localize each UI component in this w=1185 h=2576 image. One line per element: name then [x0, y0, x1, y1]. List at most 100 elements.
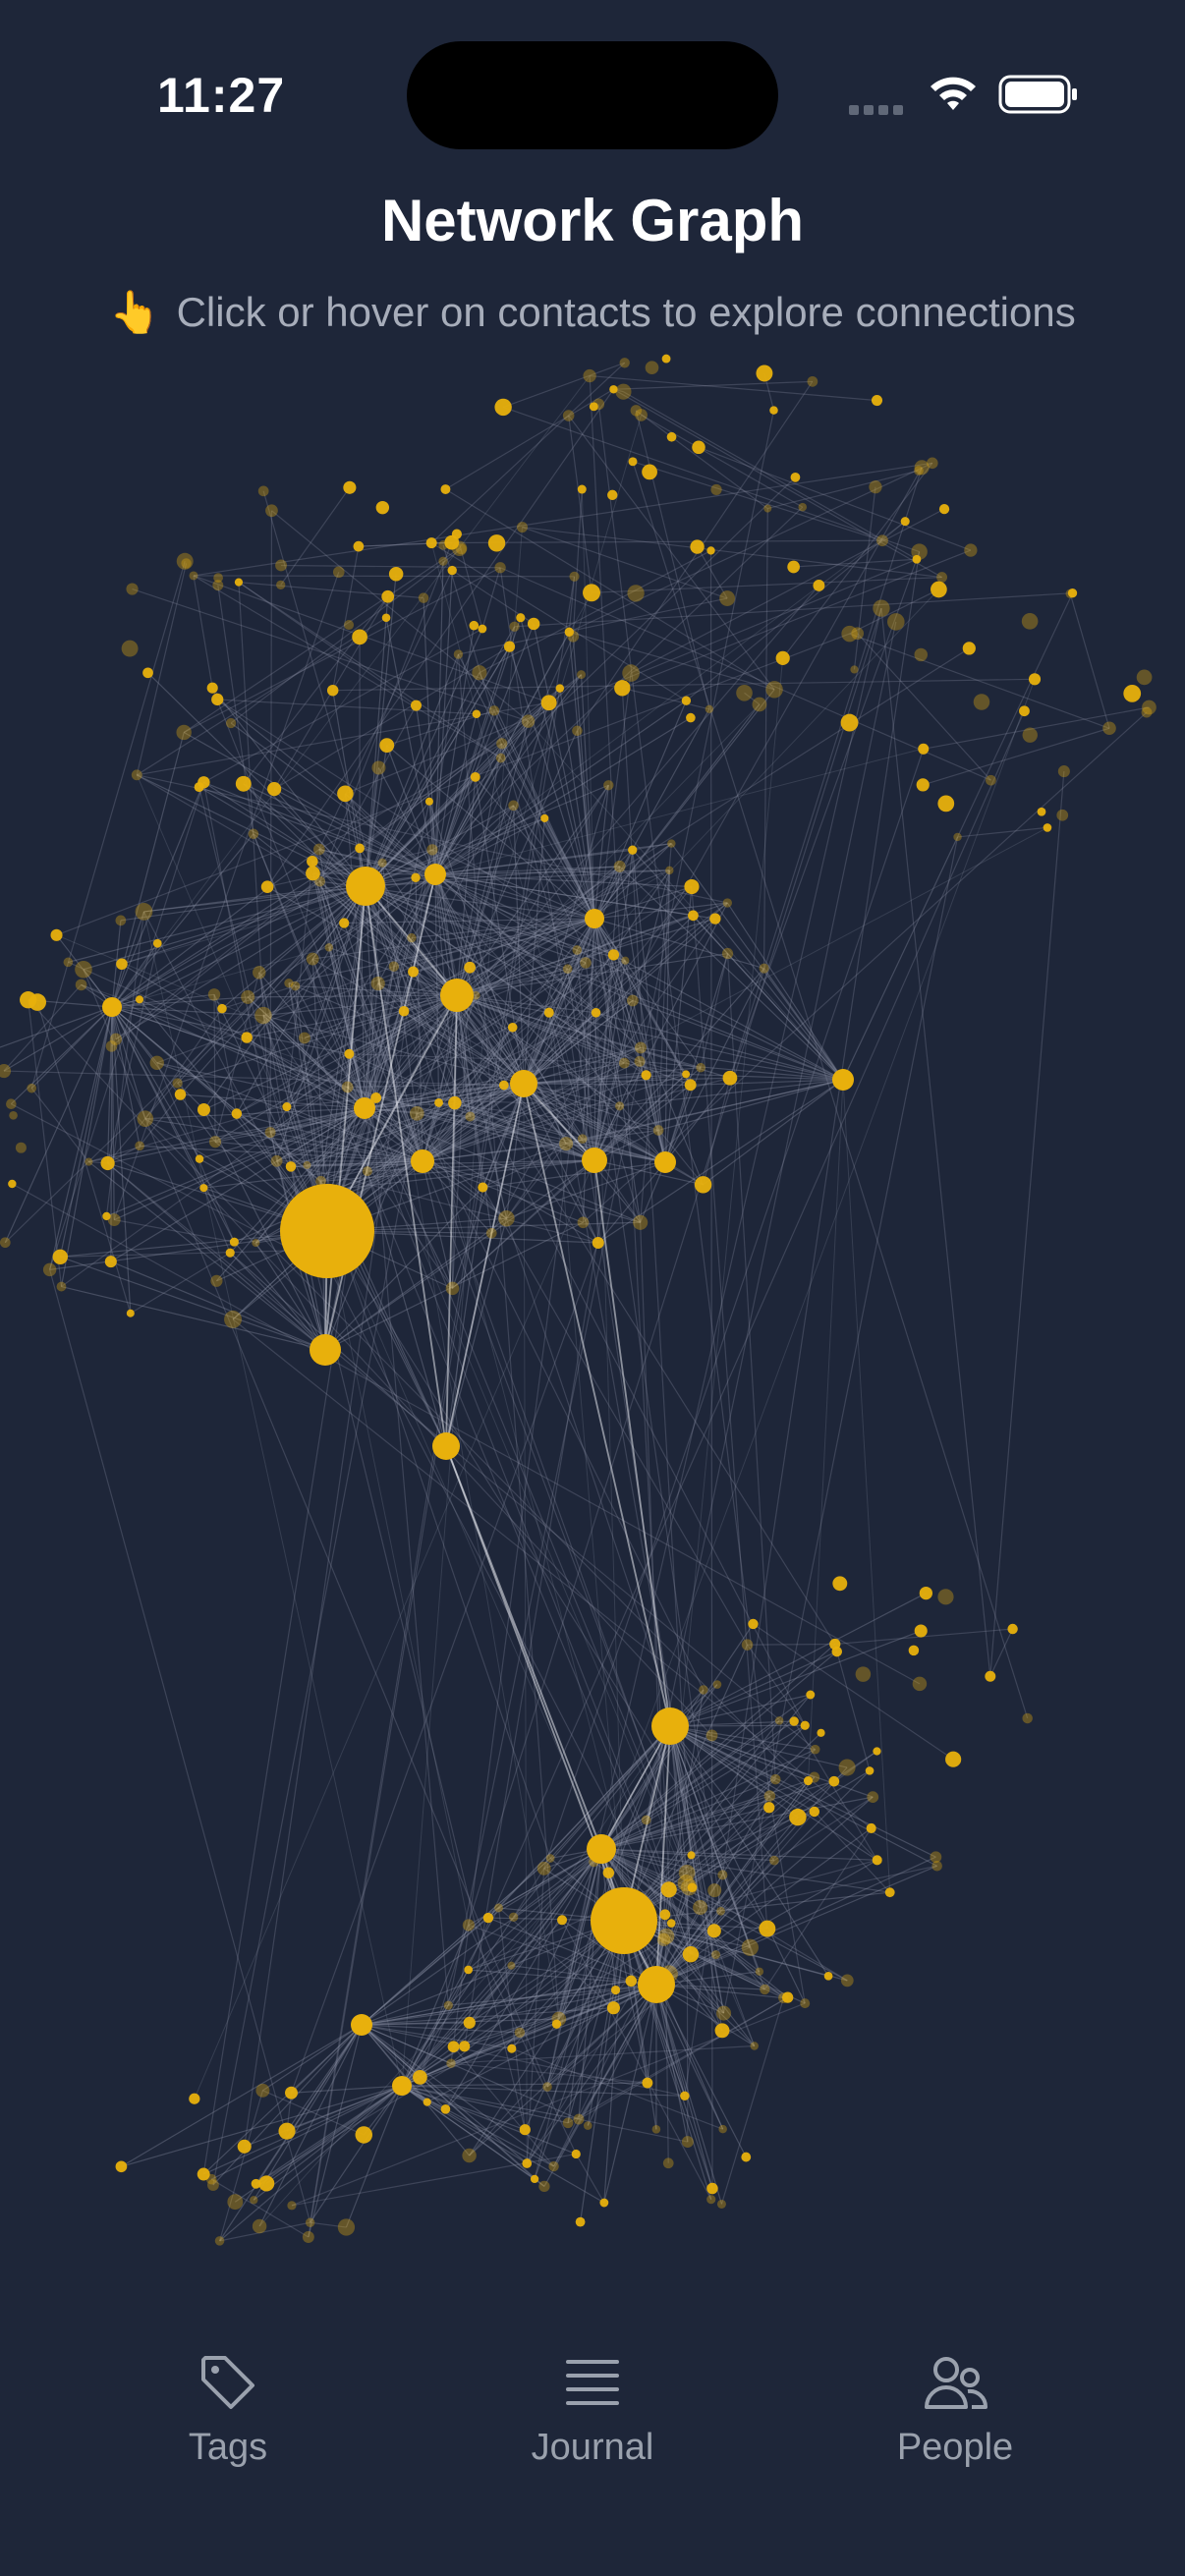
contact-node[interactable]	[388, 961, 400, 972]
contact-node[interactable]	[423, 2098, 431, 2106]
contact-node[interactable]	[931, 581, 947, 598]
contact-node[interactable]	[410, 1106, 424, 1121]
contact-node[interactable]	[250, 2196, 258, 2205]
contact-node[interactable]	[706, 546, 715, 555]
contact-node[interactable]	[503, 641, 516, 652]
contact-node[interactable]	[229, 1237, 239, 1247]
contact-node[interactable]	[306, 866, 320, 881]
contact-node[interactable]	[440, 484, 451, 495]
contact-node[interactable]	[628, 457, 638, 467]
contact-node[interactable]	[542, 2082, 552, 2092]
contact-node[interactable]	[206, 2179, 219, 2191]
contact-node[interactable]	[615, 383, 632, 400]
contact-node[interactable]	[807, 375, 818, 387]
contact-node[interactable]	[823, 1971, 833, 1981]
contact-node[interactable]	[459, 2041, 471, 2052]
contact-node[interactable]	[482, 1912, 494, 1924]
contact-node[interactable]	[871, 395, 883, 407]
contact-node[interactable]	[375, 500, 390, 515]
contact-node[interactable]	[1007, 1623, 1018, 1635]
contact-node[interactable]	[567, 630, 580, 643]
contact-node[interactable]	[339, 918, 350, 928]
contact-node[interactable]	[9, 1110, 18, 1120]
contact-node[interactable]	[225, 1248, 235, 1258]
contact-node[interactable]	[709, 913, 721, 924]
contact-hub-node[interactable]	[280, 1184, 374, 1278]
contact-node[interactable]	[451, 529, 462, 539]
contact-node[interactable]	[699, 1685, 708, 1695]
contact-node[interactable]	[750, 2042, 759, 2050]
contact-node[interactable]	[445, 1281, 460, 1296]
contact-node[interactable]	[1102, 721, 1116, 736]
contact-node[interactable]	[217, 1003, 227, 1014]
contact-node[interactable]	[438, 556, 448, 566]
contact-node[interactable]	[326, 684, 339, 697]
contact-node[interactable]	[227, 2194, 244, 2211]
contact-node[interactable]	[210, 1274, 223, 1287]
contact-node[interactable]	[865, 1766, 875, 1775]
contact-node[interactable]	[408, 966, 419, 978]
contact-node[interactable]	[135, 1141, 144, 1151]
contact-node[interactable]	[527, 617, 540, 631]
contact-node[interactable]	[937, 1589, 954, 1605]
contact-node[interactable]	[591, 1008, 601, 1018]
contact-node[interactable]	[508, 1912, 519, 1923]
contact-node[interactable]	[752, 697, 767, 712]
contact-node[interactable]	[425, 537, 437, 549]
contact-node[interactable]	[377, 858, 387, 868]
contact-node[interactable]	[241, 1032, 253, 1043]
contact-node[interactable]	[1136, 669, 1153, 686]
contact-node[interactable]	[573, 2113, 585, 2125]
contact-node[interactable]	[135, 995, 144, 1004]
contact-node[interactable]	[666, 1919, 676, 1928]
contact-node[interactable]	[211, 693, 224, 706]
contact-node[interactable]	[866, 1822, 876, 1833]
contact-node[interactable]	[693, 1900, 708, 1916]
contact-node[interactable]	[782, 1991, 794, 2003]
contact-node[interactable]	[635, 1041, 647, 1054]
contact-node[interactable]	[352, 629, 367, 645]
contact-node[interactable]	[1022, 727, 1038, 743]
contact-node[interactable]	[900, 517, 910, 527]
contact-node[interactable]	[355, 2126, 373, 2144]
contact-node[interactable]	[235, 775, 252, 792]
contact-node[interactable]	[572, 725, 583, 737]
contact-node[interactable]	[1057, 765, 1070, 778]
contact-node[interactable]	[487, 534, 506, 552]
contact-node[interactable]	[199, 1184, 208, 1193]
contact-node[interactable]	[514, 2027, 526, 2039]
contact-node[interactable]	[189, 2093, 200, 2104]
contact-node[interactable]	[809, 1806, 820, 1818]
contact-node[interactable]	[214, 2236, 225, 2246]
contact-node[interactable]	[56, 1281, 67, 1292]
contact-node[interactable]	[986, 774, 996, 786]
contact-node[interactable]	[562, 2117, 574, 2129]
contact-node[interactable]	[104, 1256, 117, 1268]
contact-node[interactable]	[759, 963, 769, 974]
contact-node[interactable]	[0, 1064, 12, 1079]
contact-node[interactable]	[507, 2044, 517, 2053]
contact-node[interactable]	[572, 945, 583, 955]
contact-node[interactable]	[270, 1154, 283, 1167]
contact-node[interactable]	[652, 1125, 664, 1136]
contact-node[interactable]	[855, 1666, 872, 1682]
contact-node[interactable]	[275, 559, 287, 572]
contact-node[interactable]	[760, 1984, 770, 1995]
contact-node[interactable]	[207, 988, 221, 1001]
contact-node[interactable]	[763, 504, 772, 513]
contact-hub-node[interactable]	[638, 1966, 675, 2003]
contact-node[interactable]	[642, 2077, 653, 2089]
contact-node[interactable]	[741, 1639, 754, 1651]
contact-node[interactable]	[115, 2160, 128, 2173]
contact-node[interactable]	[407, 932, 417, 943]
contact-node[interactable]	[690, 539, 705, 554]
contact-node[interactable]	[126, 583, 139, 595]
contact-node[interactable]	[798, 502, 808, 512]
contact-node[interactable]	[63, 957, 74, 968]
contact-node[interactable]	[592, 1237, 604, 1250]
contact-node[interactable]	[694, 1176, 712, 1194]
contact-node[interactable]	[763, 1790, 776, 1802]
contact-hub-node[interactable]	[591, 1887, 657, 1954]
contact-node[interactable]	[109, 1033, 123, 1045]
contact-hub-node[interactable]	[424, 864, 446, 885]
